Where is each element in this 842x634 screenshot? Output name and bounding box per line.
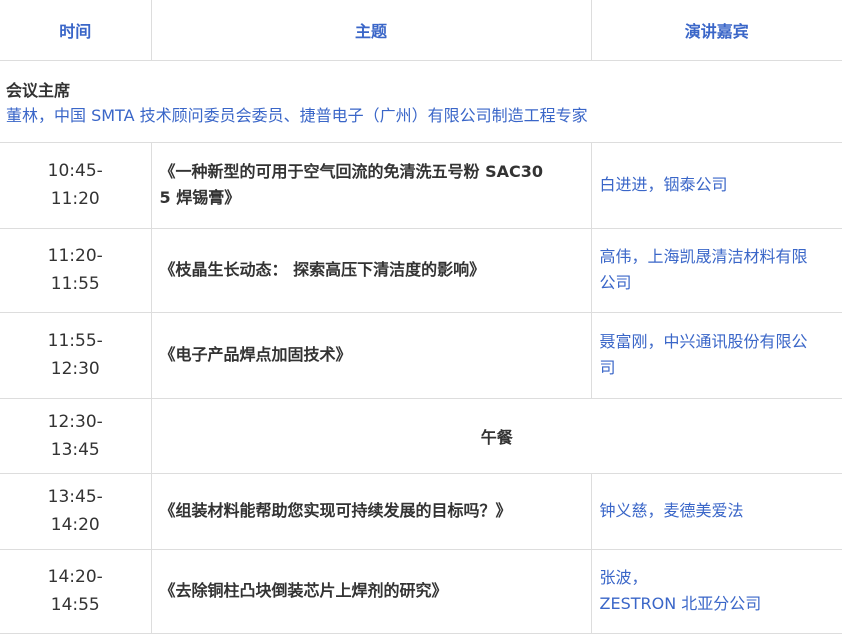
topic-cell: 《去除铜柱凸块倒装芯片上焊剂的研究》 bbox=[150, 548, 592, 634]
time-start: 13:45- bbox=[47, 487, 103, 507]
topic-line: 5 焊锡膏》 bbox=[159, 188, 241, 207]
time-end: 13:45 bbox=[50, 439, 100, 460]
table-row: 11:20- 11:55 《枝晶生长动态： 探索高压下清洁度的影响》 高伟，上海… bbox=[0, 227, 842, 313]
time-cell: 12:30- 13:45 bbox=[0, 397, 152, 474]
time-start: 11:55- bbox=[47, 331, 103, 351]
speaker-line: ZESTRON 北亚分公司 bbox=[599, 594, 762, 613]
time-start: 12:30- bbox=[47, 411, 103, 432]
topic-line: 《去除铜柱凸块倒装芯片上焊剂的研究》 bbox=[159, 581, 448, 600]
time-cell: 10:45- 11:20 bbox=[0, 141, 152, 229]
speaker-cell: 白进进，铟泰公司 bbox=[590, 141, 842, 229]
time-end: 14:55 bbox=[50, 595, 100, 615]
time-start: 10:45- bbox=[47, 161, 103, 181]
speaker-line: 张波， bbox=[599, 568, 648, 587]
header-time: 时间 bbox=[0, 0, 152, 61]
time-end: 11:55 bbox=[50, 274, 100, 294]
time-end: 12:30 bbox=[50, 359, 100, 379]
topic-cell: 《一种新型的可用于空气回流的免清洗五号粉 SAC30 5 焊锡膏》 bbox=[150, 141, 592, 229]
header-speaker: 演讲嘉宾 bbox=[590, 0, 842, 61]
time-cell: 11:20- 11:55 bbox=[0, 227, 152, 313]
time-cell: 13:45- 14:20 bbox=[0, 472, 152, 550]
table-row: 13:45- 14:20 《组装材料能帮助您实现可持续发展的目标吗？》 钟义慈，… bbox=[0, 472, 842, 550]
speaker-cell: 张波， ZESTRON 北亚分公司 bbox=[590, 548, 842, 634]
chair-name: 董林，中国 SMTA 技术顾问委员会委员、捷普电子（广州）有限公司制造工程专家 bbox=[6, 105, 588, 125]
table-row: 14:20- 14:55 《去除铜柱凸块倒装芯片上焊剂的研究》 张波， ZEST… bbox=[0, 548, 842, 634]
time-end: 11:20 bbox=[50, 189, 100, 209]
topic-line: 《一种新型的可用于空气回流的免清洗五号粉 SAC30 bbox=[159, 162, 544, 181]
speaker-line: 白进进，铟泰公司 bbox=[599, 175, 728, 194]
time-end: 14:20 bbox=[50, 515, 100, 535]
chair-cell: 会议主席 董林，中国 SMTA 技术顾问委员会委员、捷普电子（广州）有限公司制造… bbox=[0, 59, 842, 143]
topic-line: 《电子产品焊点加固技术》 bbox=[159, 345, 352, 364]
lunch-cell: 午餐 bbox=[150, 397, 842, 474]
topic-cell: 《组装材料能帮助您实现可持续发展的目标吗？》 bbox=[150, 472, 592, 550]
topic-line: 《组装材料能帮助您实现可持续发展的目标吗？》 bbox=[159, 501, 512, 520]
time-start: 11:20- bbox=[47, 246, 103, 266]
speaker-cell: 聂富刚，中兴通讯股份有限公 司 bbox=[590, 311, 842, 399]
table-row: 10:45- 11:20 《一种新型的可用于空气回流的免清洗五号粉 SAC30 … bbox=[0, 141, 842, 229]
table-row: 11:55- 12:30 《电子产品焊点加固技术》 聂富刚，中兴通讯股份有限公 … bbox=[0, 311, 842, 399]
speaker-line: 钟义慈，麦德美爱法 bbox=[599, 501, 744, 520]
speaker-line: 高伟，上海凯晟清洁材料有限 bbox=[599, 247, 808, 266]
time-start: 14:20- bbox=[47, 567, 103, 587]
speaker-cell: 钟义慈，麦德美爱法 bbox=[590, 472, 842, 550]
time-cell: 14:20- 14:55 bbox=[0, 548, 152, 634]
topic-cell: 《枝晶生长动态： 探索高压下清洁度的影响》 bbox=[150, 227, 592, 313]
time-cell: 11:55- 12:30 bbox=[0, 311, 152, 399]
header-topic: 主题 bbox=[150, 0, 592, 61]
chair-label: 会议主席 bbox=[6, 80, 71, 100]
header-row: 时间 主题 演讲嘉宾 bbox=[0, 0, 842, 61]
speaker-line: 司 bbox=[599, 358, 616, 377]
chair-row: 会议主席 董林，中国 SMTA 技术顾问委员会委员、捷普电子（广州）有限公司制造… bbox=[0, 59, 842, 143]
topic-cell: 《电子产品焊点加固技术》 bbox=[150, 311, 592, 399]
table-row: 12:30- 13:45 午餐 bbox=[0, 397, 842, 474]
topic-line: 《枝晶生长动态： 探索高压下清洁度的影响》 bbox=[159, 260, 486, 279]
speaker-line: 聂富刚，中兴通讯股份有限公 bbox=[599, 332, 808, 351]
speaker-cell: 高伟，上海凯晟清洁材料有限 公司 bbox=[590, 227, 842, 313]
agenda-table: 时间 主题 演讲嘉宾 会议主席 董林，中国 SMTA 技术顾问委员会委员、捷普电… bbox=[0, 0, 842, 634]
speaker-line: 公司 bbox=[599, 273, 632, 292]
